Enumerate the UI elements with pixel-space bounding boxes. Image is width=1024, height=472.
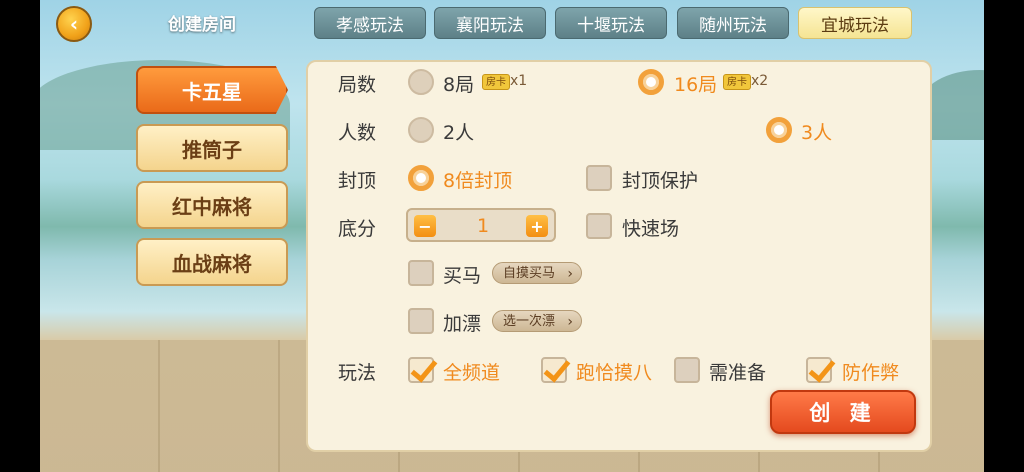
plus-icon: +: [530, 216, 544, 236]
buy-horse-label: 买马: [443, 265, 482, 287]
plus-button[interactable]: +: [526, 215, 548, 237]
play-label: 玩法: [338, 362, 377, 384]
sidebar-item-tuitongzi[interactable]: 推筒子: [136, 124, 288, 172]
need-ready-checkbox[interactable]: [674, 357, 700, 383]
full-channel-label: 全频道: [443, 362, 501, 384]
tab-shiyan[interactable]: 十堰玩法: [555, 7, 667, 39]
players-2-radio[interactable]: [408, 117, 434, 143]
fast-mode-label: 快速场: [622, 218, 680, 240]
chevron-left-icon: ‹: [69, 12, 79, 36]
rounds-8-radio[interactable]: [408, 69, 434, 95]
anti-cheat-label: 防作弊: [842, 362, 900, 384]
players-3-label: 3人: [801, 122, 833, 144]
rounds-label: 局数: [338, 74, 377, 96]
sidebar-item-kawuxing[interactable]: 卡五星: [136, 66, 288, 114]
float-checkbox[interactable]: [408, 308, 434, 334]
cap-protect-label: 封顶保护: [622, 170, 699, 192]
paoqia-checkbox[interactable]: [541, 357, 567, 383]
page-title: 创建房间: [168, 15, 236, 35]
need-ready-label: 需准备: [709, 362, 767, 384]
sidebar-item-hongzhong[interactable]: 红中麻将: [136, 181, 288, 229]
minus-icon: −: [418, 216, 432, 236]
cap-8x-radio[interactable]: [408, 165, 434, 191]
players-3-radio[interactable]: [766, 117, 792, 143]
back-button[interactable]: ‹: [56, 6, 92, 42]
anti-cheat-checkbox[interactable]: [806, 357, 832, 383]
rounds-8-label: 8局: [443, 74, 475, 96]
paoqia-label: 跑恰摸八: [576, 362, 653, 384]
base-score-value: 1: [476, 215, 490, 237]
tab-suizhou[interactable]: 随州玩法: [677, 7, 789, 39]
letterbox-left: [0, 0, 40, 472]
create-room-button[interactable]: 创 建: [770, 390, 916, 434]
rounds-16-multiplier: x2: [751, 73, 769, 89]
full-channel-checkbox[interactable]: [408, 357, 434, 383]
room-card-badge: 房卡: [723, 74, 751, 90]
players-label: 人数: [338, 122, 377, 144]
sidebar-item-xuezhan[interactable]: 血战麻将: [136, 238, 288, 286]
letterbox-right: [984, 0, 1024, 472]
tab-xiangyang[interactable]: 襄阳玩法: [434, 7, 546, 39]
base-score-label: 底分: [338, 218, 377, 240]
players-2-label: 2人: [443, 122, 475, 144]
tab-yicheng[interactable]: 宜城玩法: [798, 7, 912, 39]
buy-horse-dropdown[interactable]: 自摸买马 ›: [492, 262, 583, 284]
cap-label: 封顶: [338, 170, 377, 192]
minus-button[interactable]: −: [414, 215, 436, 237]
float-dropdown[interactable]: 选一次漂 ›: [492, 310, 583, 332]
cap-protect-checkbox[interactable]: [586, 165, 612, 191]
chevron-right-icon: ›: [567, 314, 574, 330]
tab-xiaogan[interactable]: 孝感玩法: [314, 7, 426, 39]
room-card-badge: 房卡: [482, 74, 510, 90]
fast-mode-checkbox[interactable]: [586, 213, 612, 239]
buy-horse-checkbox[interactable]: [408, 260, 434, 286]
base-score-stepper: − 1 +: [406, 208, 556, 242]
rounds-16-radio[interactable]: [638, 69, 664, 95]
rounds-16-label: 16局: [674, 74, 718, 96]
float-dropdown-label: 选一次漂: [503, 314, 556, 329]
chevron-right-icon: ›: [567, 266, 574, 282]
float-label: 加漂: [443, 313, 482, 335]
buy-horse-dropdown-label: 自摸买马: [503, 266, 556, 281]
rounds-8-multiplier: x1: [510, 73, 528, 89]
cap-8x-label: 8倍封顶: [443, 170, 513, 192]
